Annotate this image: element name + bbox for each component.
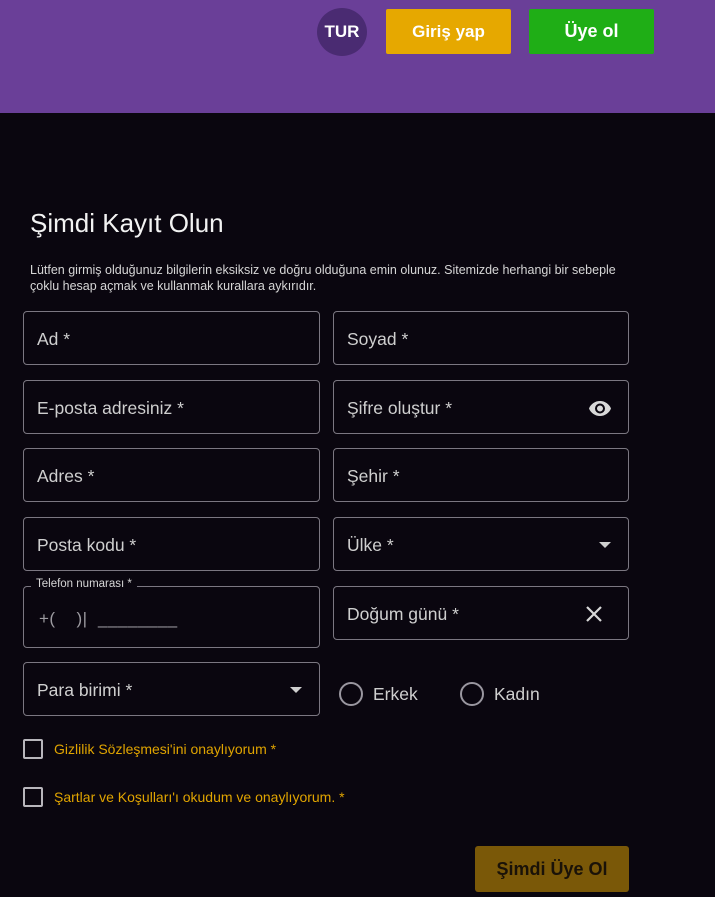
birthday-input[interactable]: Doğum günü * <box>333 586 629 640</box>
address-placeholder: Adres * <box>37 466 95 486</box>
checkbox-box[interactable] <box>23 739 43 759</box>
postal-code-input[interactable]: Posta kodu * <box>23 517 320 571</box>
privacy-label[interactable]: Gizlilik Sözleşmesi'ini onaylıyorum * <box>54 741 276 757</box>
caret-down-icon <box>290 687 302 693</box>
terms-label[interactable]: Şartlar ve Koşulları'ı okudum ve onaylıy… <box>54 789 345 805</box>
first-name-placeholder: Ad * <box>37 329 71 349</box>
radio-circle[interactable] <box>339 682 363 706</box>
gender-male-label: Erkek <box>373 683 418 704</box>
phone-mask: +( )| ________ <box>39 609 178 628</box>
gender-male-radio[interactable]: Erkek <box>339 682 418 706</box>
city-placeholder: Şehir * <box>347 466 400 486</box>
last-name-input[interactable]: Soyad * <box>333 311 629 365</box>
page-title: Şimdi Kayıt Olun <box>30 208 224 238</box>
birthday-placeholder: Doğum günü * <box>347 604 459 624</box>
first-name-input[interactable]: Ad * <box>23 311 320 365</box>
email-placeholder: E-posta adresiniz * <box>37 398 184 418</box>
caret-down-icon <box>599 542 611 548</box>
email-input[interactable]: E-posta adresiniz * <box>23 380 320 434</box>
password-input[interactable]: Şifre oluştur * <box>333 380 629 434</box>
checkbox-box[interactable] <box>23 787 43 807</box>
last-name-placeholder: Soyad * <box>347 329 409 349</box>
gender-female-radio[interactable]: Kadın <box>460 682 540 706</box>
address-input[interactable]: Adres * <box>23 448 320 502</box>
top-header: TUR Giriş yap Üye ol <box>0 0 715 113</box>
postal-code-placeholder: Posta kodu * <box>37 535 137 555</box>
gender-female-label: Kadın <box>494 683 540 704</box>
privacy-checkbox[interactable]: Gizlilik Sözleşmesi'ini onaylıyorum * <box>23 739 276 759</box>
close-icon[interactable] <box>583 603 605 625</box>
language-selector[interactable]: TUR <box>317 8 367 56</box>
currency-select[interactable]: Para birimi * <box>23 662 320 716</box>
signup-button[interactable]: Üye ol <box>529 9 654 54</box>
login-button[interactable]: Giriş yap <box>386 9 511 54</box>
eye-icon[interactable] <box>588 396 612 420</box>
radio-circle[interactable] <box>460 682 484 706</box>
currency-placeholder: Para birimi * <box>37 680 133 700</box>
phone-input[interactable]: +( )| ________ <box>23 586 320 648</box>
country-placeholder: Ülke * <box>347 535 394 555</box>
form-description: Lütfen girmiş olduğunuz bilgilerin eksik… <box>30 263 616 293</box>
password-placeholder: Şifre oluştur * <box>347 398 453 418</box>
phone-label: Telefon numarası * <box>31 578 137 590</box>
submit-button[interactable]: Şimdi Üye Ol <box>475 846 629 892</box>
city-input[interactable]: Şehir * <box>333 448 629 502</box>
country-select[interactable]: Ülke * <box>333 517 629 571</box>
terms-checkbox[interactable]: Şartlar ve Koşulları'ı okudum ve onaylıy… <box>23 787 345 807</box>
